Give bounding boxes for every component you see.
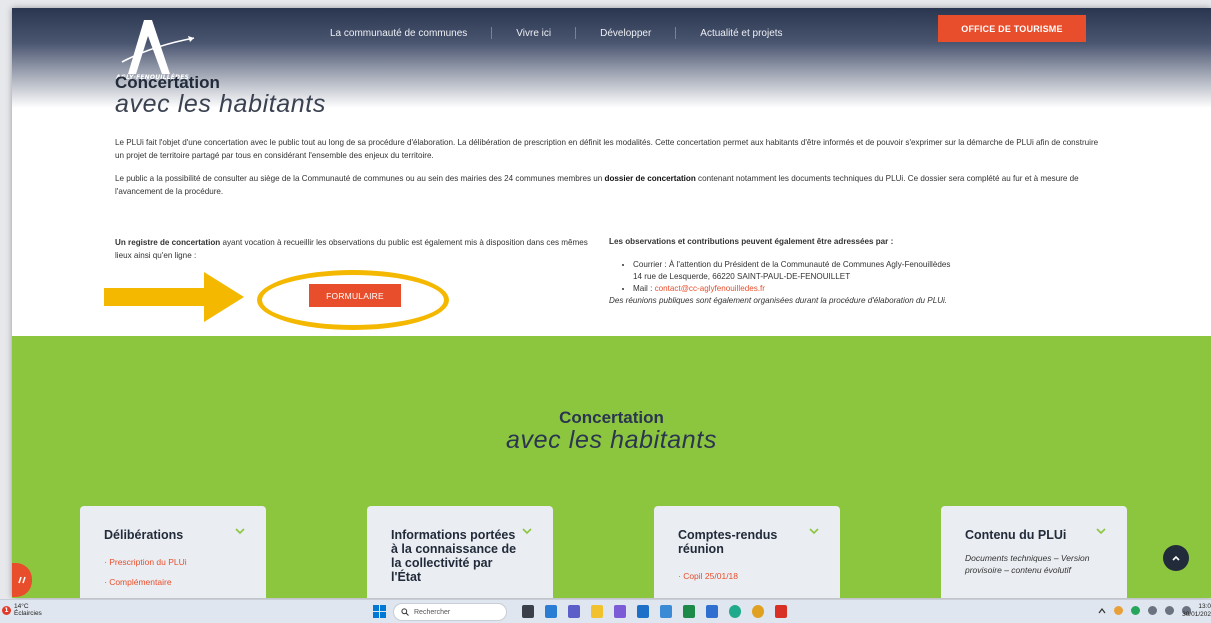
nav-item-developper[interactable]: Développer (600, 28, 651, 39)
courrier-item: Courrier : À l'attention du Président de… (633, 259, 1109, 283)
card-link-prescription[interactable]: · Prescription du PLUi (104, 552, 244, 572)
contributions-block: Les observations et contributions peuven… (609, 236, 1109, 307)
chevron-down-icon[interactable] (521, 526, 533, 536)
yellow-arrow-annotation (104, 272, 244, 322)
nav-item-vivre-ici[interactable]: Vivre ici (516, 28, 551, 39)
reunions-text: Des réunions publiques sont également or… (609, 296, 948, 305)
weather-desc: Éclaircies (14, 610, 42, 617)
nav-separator (491, 27, 493, 39)
wifi-icon[interactable] (1148, 606, 1157, 615)
task-view-icon[interactable] (522, 605, 534, 618)
intro-paragraph: Le PLUi fait l'objet d'une concertation … (115, 138, 1099, 160)
app-icon[interactable] (706, 605, 718, 618)
search-placeholder: Rechercher (414, 608, 451, 616)
green-section-subtitle: avec les habitants (506, 426, 717, 454)
chrome-icon[interactable] (752, 605, 764, 618)
store-icon[interactable] (637, 605, 649, 618)
card-deliberations[interactable]: Délibérations · Prescription du PLUi · C… (80, 506, 266, 598)
card-title: Contenu du PLUi (965, 528, 1067, 542)
teams-icon[interactable] (568, 605, 580, 618)
system-tray (1098, 606, 1191, 615)
outlook-icon[interactable] (545, 605, 557, 618)
edge-icon[interactable] (729, 605, 741, 618)
card-comptes-rendus[interactable]: Comptes-rendus réunion · Copil 25/01/18 (654, 506, 840, 598)
registre-text: Un registre de concertation ayant vocati… (115, 236, 595, 262)
card-title: Comptes-rendus réunion (678, 528, 778, 556)
clock-time: 13:0 (1198, 603, 1211, 610)
card-link-copil[interactable]: · Copil 25/01/18 (678, 566, 818, 586)
card-italic-text: Documents techniques – Version provisoir… (965, 553, 1090, 575)
nav-item-actualite[interactable]: Actualité et projets (700, 28, 782, 39)
mail-link[interactable]: contact@cc-aglyfenouilledes.fr (655, 284, 765, 293)
taskbar-clock[interactable]: 13:0 30/01/202 (1180, 603, 1211, 619)
nav-separator (575, 27, 577, 39)
registre-bold: Un registre de concertation (115, 238, 221, 247)
chat-icon (18, 576, 26, 584)
card-title: Informations portées à la connaissance d… (391, 528, 517, 584)
card-link-complementaire[interactable]: · Complémentaire (104, 572, 244, 592)
paragraph-text: Le public a la possibilité de consulter … (115, 174, 605, 183)
chevron-up-icon[interactable] (1098, 607, 1106, 614)
windows-taskbar: 1 14°C Éclaircies Rechercher 13:0 30/01/2… (0, 599, 1211, 623)
scroll-to-top-button[interactable] (1163, 545, 1189, 571)
weather-temp: 14°C (14, 603, 29, 610)
office-tourisme-button[interactable]: OFFICE DE TOURISME (938, 15, 1086, 42)
card-contenu-plui[interactable]: Contenu du PLUi Documents techniques – V… (941, 506, 1127, 598)
clock-date: 30/01/202 (1182, 611, 1211, 618)
green-section: Concertation avec les habitants Délibéra… (12, 336, 1211, 598)
taskbar-apps (522, 605, 787, 618)
chevron-down-icon[interactable] (1095, 526, 1107, 536)
dossier-bold: dossier de concertation (604, 174, 696, 183)
tray-app-icon[interactable] (1114, 606, 1123, 615)
excel-icon[interactable] (683, 605, 695, 618)
chevron-down-icon[interactable] (234, 526, 246, 536)
main-nav: La communauté de communes Vivre ici Déve… (330, 18, 783, 48)
page-subtitle: avec les habitants (115, 90, 326, 118)
taskbar-search-input[interactable]: Rechercher (393, 603, 507, 621)
chevron-down-icon[interactable] (808, 526, 820, 536)
remote-desktop-icon[interactable] (660, 605, 672, 618)
nav-separator (675, 27, 677, 39)
formulaire-button[interactable]: FORMULAIRE (309, 284, 401, 307)
mail-label: Mail : (633, 284, 655, 293)
weather-text: 14°C Éclaircies (14, 603, 42, 617)
windows-start-icon[interactable] (373, 605, 386, 618)
card-title: Délibérations (104, 528, 184, 542)
chevron-up-icon (1172, 555, 1180, 561)
dossier-paragraph: Le public a la possibilité de consulter … (115, 172, 1105, 198)
volume-icon[interactable] (1165, 606, 1174, 615)
browser-page: AGLY·FENOUILLÈDES La communauté de commu… (12, 8, 1211, 598)
courrier-line: Courrier : À l'attention du Président de… (633, 260, 951, 269)
mail-item: Mail : contact@cc-aglyfenouilledes.fr (633, 283, 1109, 295)
weather-widget[interactable]: 1 14°C Éclaircies (2, 603, 42, 617)
nav-item-communaute[interactable]: La communauté de communes (330, 28, 467, 39)
contributions-heading: Les observations et contributions peuven… (609, 237, 894, 246)
card-informations-etat[interactable]: Informations portées à la connaissance d… (367, 506, 553, 598)
search-icon (401, 608, 409, 616)
file-explorer-icon[interactable] (591, 605, 603, 618)
contact-list: Courrier : À l'attention du Président de… (609, 259, 1109, 295)
address-line: 14 rue de Lesquerde, 66220 SAINT-PAUL-DE… (633, 272, 851, 281)
green-section-title: Concertation (559, 408, 664, 427)
tray-app-icon[interactable] (1131, 606, 1140, 615)
acrobat-icon[interactable] (775, 605, 787, 618)
weather-icon: 1 (2, 605, 11, 615)
onenote-icon[interactable] (614, 605, 626, 618)
